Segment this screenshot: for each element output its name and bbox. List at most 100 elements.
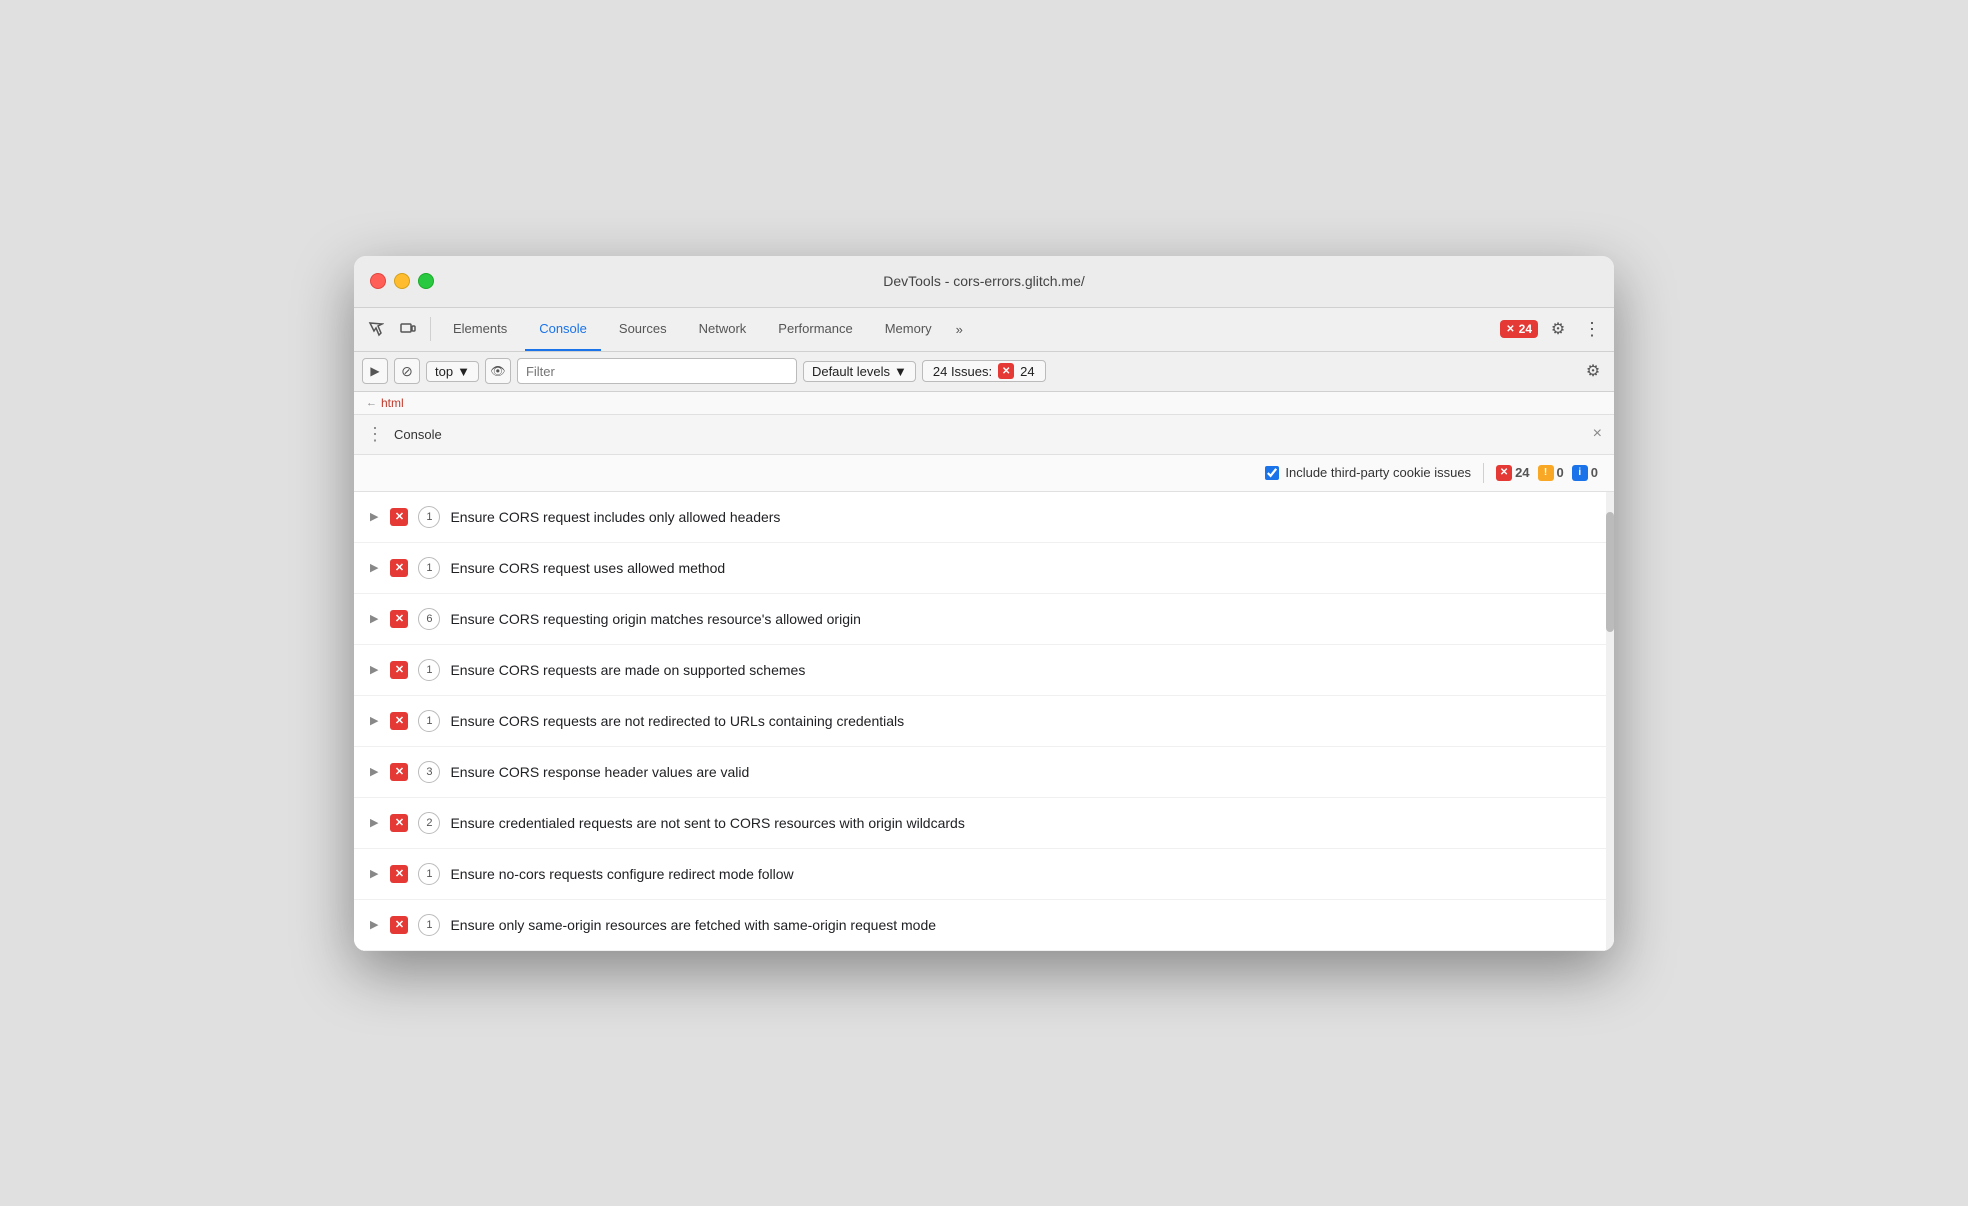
breadcrumb-html-tag: html [381,396,404,410]
devtools-window: DevTools - cors-errors.glitch.me/ Elemen… [354,256,1614,951]
blue-count-badge: i 0 [1572,465,1598,481]
filter-input[interactable] [517,358,797,384]
tab-console[interactable]: Console [525,307,601,351]
issue-error-icon: ✕ [390,712,408,730]
console-close-button[interactable]: × [1593,425,1602,443]
issue-expand-arrow: ▶ [370,663,378,676]
issue-row[interactable]: ▶ ✕ 1 Ensure CORS requests are not redir… [354,696,1614,747]
traffic-lights [370,273,434,289]
top-context-selector[interactable]: top ▼ [426,361,479,382]
issue-count: 2 [418,812,440,834]
breadcrumb-arrow-icon: ← [366,397,377,409]
issues-list: ▶ ✕ 1 Ensure CORS request includes only … [354,492,1614,951]
tab-sources[interactable]: Sources [605,307,681,351]
issue-error-icon: ✕ [390,814,408,832]
issue-description: Ensure only same-origin resources are fe… [450,917,936,933]
issue-expand-arrow: ▶ [370,918,378,931]
levels-arrow-icon: ▼ [894,364,907,379]
issue-description: Ensure CORS requesting origin matches re… [450,611,860,627]
issue-description: Ensure CORS requests are not redirected … [450,713,904,729]
play-icon: ▶ [370,364,379,378]
issue-description: Ensure CORS requests are made on support… [450,662,805,678]
issue-row[interactable]: ▶ ✕ 3 Ensure CORS response header values… [354,747,1614,798]
toolbar-right: ✕ 24 ⚙ ⋮ [1500,315,1606,343]
issues-counts: ✕ 24 ! 0 i 0 [1496,465,1598,481]
issue-error-icon: ✕ [390,610,408,628]
issue-error-icon: ✕ [390,661,408,679]
issue-count: 1 [418,659,440,681]
issue-error-icon: ✕ [390,508,408,526]
red-x-icon: ✕ [1496,465,1512,481]
more-tabs-button[interactable]: » [950,307,969,351]
issues-x-icon: ✕ [998,363,1014,379]
issue-error-icon: ✕ [390,916,408,934]
issue-row[interactable]: ▶ ✕ 1 Ensure only same-origin resources … [354,900,1614,951]
issues-filter-toolbar: Include third-party cookie issues ✕ 24 !… [354,455,1614,492]
issue-count: 1 [418,557,440,579]
red-count-badge: ✕ 24 [1496,465,1529,481]
settings-gear-icon[interactable]: ⚙ [1544,315,1572,343]
secondary-toolbar: ▶ ⊘ top ▼ 👁 Default levels ▼ 24 Issues: … [354,352,1614,392]
issue-row[interactable]: ▶ ✕ 6 Ensure CORS requesting origin matc… [354,594,1614,645]
yellow-count-badge: ! 0 [1538,465,1564,481]
error-count-badge[interactable]: ✕ 24 [1500,320,1538,338]
issue-error-icon: ✕ [390,865,408,883]
issue-description: Ensure credentialed requests are not sen… [450,815,964,831]
issue-row[interactable]: ▶ ✕ 1 Ensure CORS request uses allowed m… [354,543,1614,594]
issue-count: 1 [418,863,440,885]
inspect-icon[interactable] [362,315,390,343]
toolbar-divider-1 [430,317,431,341]
device-toggle-icon[interactable] [394,315,422,343]
issue-description: Ensure CORS request includes only allowe… [450,509,780,525]
issues-count-badge[interactable]: 24 Issues: ✕ 24 [922,360,1046,382]
default-levels-dropdown[interactable]: Default levels ▼ [803,361,916,382]
scrollbar-thumb[interactable] [1606,512,1614,632]
issue-row[interactable]: ▶ ✕ 1 Ensure CORS requests are made on s… [354,645,1614,696]
issue-expand-arrow: ▶ [370,765,378,778]
issue-expand-arrow: ▶ [370,612,378,625]
tab-memory[interactable]: Memory [871,307,946,351]
block-icon: ⊘ [401,363,413,380]
scrollbar[interactable] [1606,492,1614,951]
yellow-warn-icon: ! [1538,465,1554,481]
blue-info-icon: i [1572,465,1588,481]
eye-button[interactable]: 👁 [485,358,511,384]
eye-icon: 👁 [490,364,505,378]
more-options-icon[interactable]: ⋮ [1578,315,1606,343]
issue-expand-arrow: ▶ [370,816,378,829]
issue-error-icon: ✕ [390,559,408,577]
third-party-cookie-checkbox[interactable] [1265,466,1279,480]
maximize-button[interactable] [418,273,434,289]
error-x-icon: ✕ [1506,324,1514,335]
dropdown-arrow-icon: ▼ [457,364,470,379]
issue-count: 1 [418,506,440,528]
window-title: DevTools - cors-errors.glitch.me/ [883,273,1085,289]
minimize-button[interactable] [394,273,410,289]
issue-description: Ensure CORS request uses allowed method [450,560,725,576]
issue-expand-arrow: ▶ [370,867,378,880]
issue-row[interactable]: ▶ ✕ 2 Ensure credentialed requests are n… [354,798,1614,849]
issue-error-icon: ✕ [390,763,408,781]
console-menu-icon[interactable]: ⋮ [366,424,384,445]
console-panel: ⋮ Console × Include third-party cookie i… [354,415,1614,951]
issue-expand-arrow: ▶ [370,714,378,727]
titlebar: DevTools - cors-errors.glitch.me/ [354,256,1614,308]
third-party-cookie-checkbox-label[interactable]: Include third-party cookie issues [1265,465,1471,480]
breadcrumb: ← html [354,392,1614,415]
issue-description: Ensure no-cors requests configure redire… [450,866,793,882]
close-button[interactable] [370,273,386,289]
secondary-settings-icon[interactable]: ⚙ [1580,358,1606,384]
tab-performance[interactable]: Performance [764,307,866,351]
play-button[interactable]: ▶ [362,358,388,384]
tab-network[interactable]: Network [685,307,761,351]
block-button[interactable]: ⊘ [394,358,420,384]
issue-expand-arrow: ▶ [370,561,378,574]
console-title: Console [394,427,442,442]
issue-row[interactable]: ▶ ✕ 1 Ensure no-cors requests configure … [354,849,1614,900]
tab-elements[interactable]: Elements [439,307,521,351]
count-separator [1483,463,1484,483]
issue-row[interactable]: ▶ ✕ 1 Ensure CORS request includes only … [354,492,1614,543]
issue-count: 1 [418,914,440,936]
issue-count: 1 [418,710,440,732]
issue-expand-arrow: ▶ [370,510,378,523]
